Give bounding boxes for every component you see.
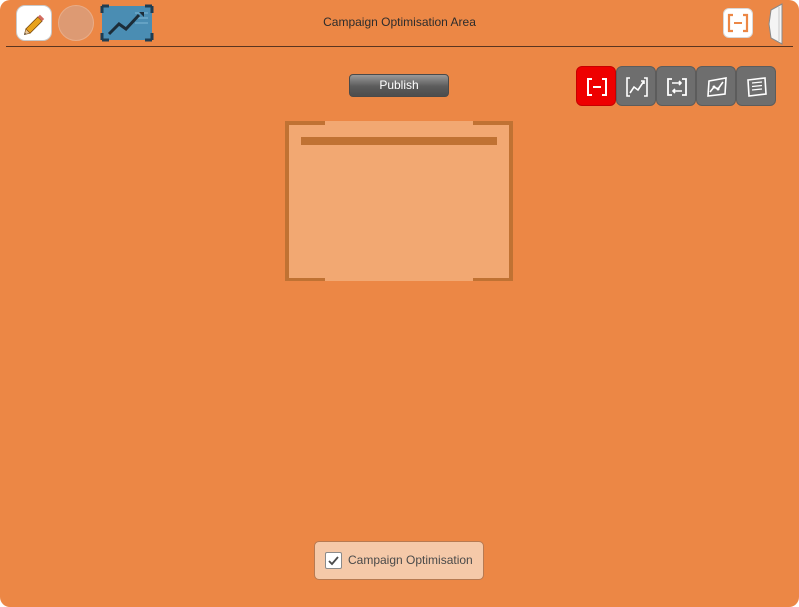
list-sheet-icon [747,77,767,97]
graph-card-tool-button[interactable] [696,66,736,106]
header-divider [6,46,793,47]
graph-card-icon [707,77,727,97]
frame-bracket-icon [587,78,607,96]
side-panel-toggle[interactable] [765,3,785,45]
publish-button[interactable]: Publish [349,74,449,97]
line-chart-tool-button[interactable] [616,66,656,106]
panel-corner [473,278,513,281]
app-window: Campaign Optimisation Area Publish Campa… [0,0,799,607]
cycle-tool-button[interactable] [656,66,696,106]
frame-button[interactable] [723,8,753,38]
frame-tool-button[interactable] [576,66,616,106]
campaign-optimisation-toggle[interactable]: Campaign Optimisation [314,541,484,580]
panel-corner [285,121,289,281]
panel-corner [285,121,325,125]
campaign-optimisation-checkbox[interactable] [325,552,342,569]
checkmark-icon [328,556,339,566]
page-title: Campaign Optimisation Area [323,15,476,29]
list-sheet-tool-button[interactable] [736,66,776,106]
panel-corner [473,121,513,125]
panel-corner [285,278,325,281]
panel-header-bar [301,137,497,145]
campaign-panel [285,121,513,281]
panel-corner [509,121,513,281]
line-chart-icon [626,77,648,97]
checkbox-label: Campaign Optimisation [348,553,473,567]
cycle-arrows-icon [667,78,687,96]
side-panel-tab-icon [768,3,783,45]
frame-bracket-icon [727,13,749,33]
